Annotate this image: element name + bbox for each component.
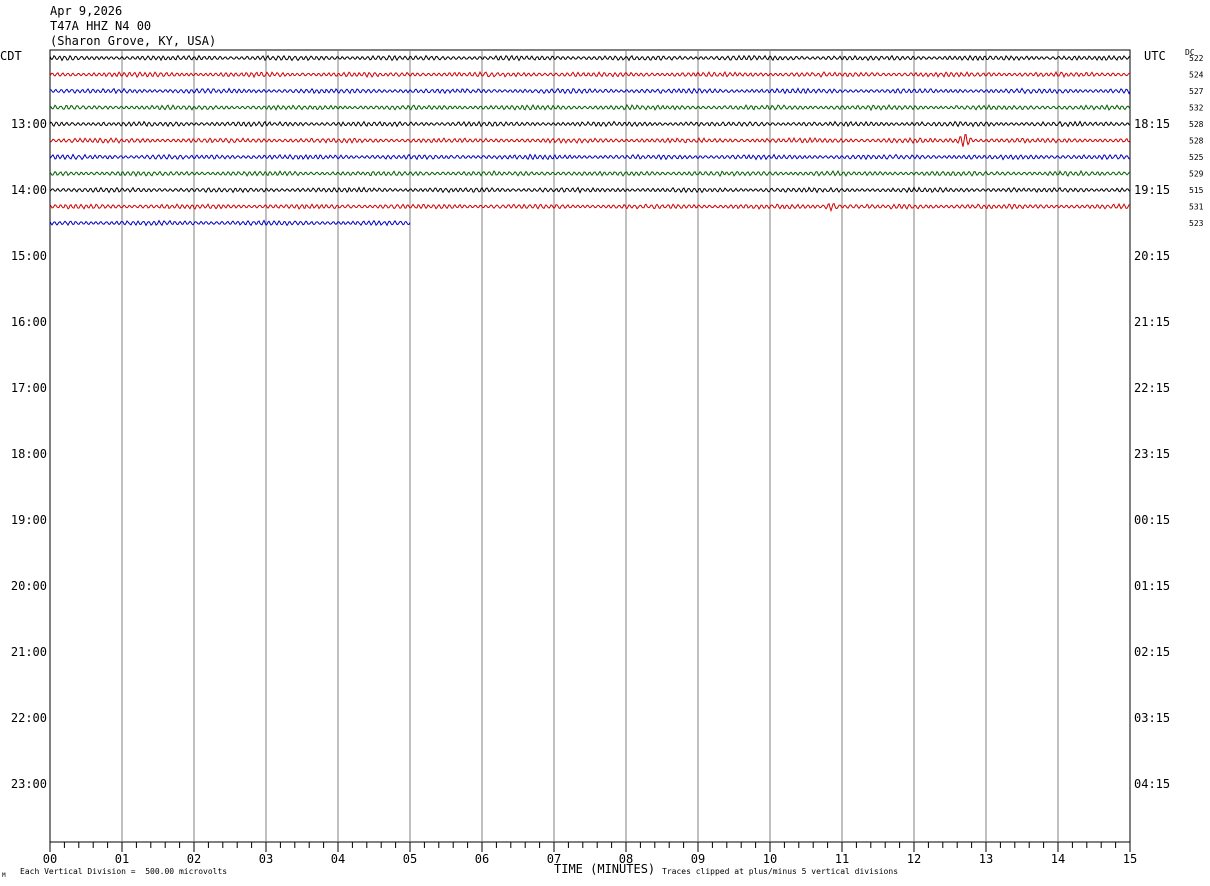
axis-labels: 00 01 02 03 04 05 06 07 08 09 10 11 12 13 14 1513:00 18:… (11, 54, 1204, 866)
dc-value: 532 (1189, 104, 1204, 113)
x-tick-label: 01 (115, 852, 129, 866)
hour-label-utc: 18:15 (1134, 117, 1170, 131)
hour-label-utc: 21:15 (1134, 315, 1170, 329)
dc-value: 522 (1189, 54, 1204, 63)
hour-label-local: 15:00 (11, 249, 47, 263)
x-tick-label: 02 (187, 852, 201, 866)
hour-label-local: 20:00 (11, 579, 47, 593)
x-tick-label: 11 (835, 852, 849, 866)
seismic-trace (49, 134, 1131, 147)
dc-value: 529 (1189, 170, 1204, 179)
x-tick-label: 10 (763, 852, 777, 866)
hour-label-local: 14:00 (11, 183, 47, 197)
dc-value: 528 (1189, 120, 1204, 129)
dc-value: 524 (1189, 71, 1204, 80)
hour-label-utc: 02:15 (1134, 645, 1170, 659)
dc-value: 527 (1189, 87, 1204, 96)
plot-frame (49, 49, 1131, 843)
hour-label-utc: 03:15 (1134, 711, 1170, 725)
dc-value: 515 (1189, 186, 1204, 195)
x-tick-label: 09 (691, 852, 705, 866)
x-tick-label: 00 (43, 852, 57, 866)
x-tick-label: 06 (475, 852, 489, 866)
vertical-division-note: Each Vertical Division = 500.00 microvol… (20, 867, 228, 876)
x-tick-label: 15 (1123, 852, 1137, 866)
hour-label-local: 23:00 (11, 777, 47, 791)
hour-label-utc: 22:15 (1134, 381, 1170, 395)
dc-value: 528 (1189, 137, 1204, 146)
hour-label-utc: 01:15 (1134, 579, 1170, 593)
seismic-trace (49, 70, 1131, 79)
seismic-trace (49, 169, 1131, 178)
minute-grid (49, 49, 1131, 852)
x-tick-label: 14 (1051, 852, 1065, 866)
hour-label-local: 13:00 (11, 117, 47, 131)
hour-label-local: 19:00 (11, 513, 47, 527)
hour-label-local: 16:00 (11, 315, 47, 329)
seismic-trace (49, 120, 1131, 128)
hour-label-utc: 04:15 (1134, 777, 1170, 791)
dc-value: 525 (1189, 153, 1204, 162)
seismic-trace (49, 186, 1131, 194)
seismic-trace (49, 219, 411, 227)
x-tick-label: 05 (403, 852, 417, 866)
seismic-traces (49, 54, 1131, 227)
x-axis-title: TIME (MINUTES) (554, 862, 656, 876)
dc-value: 531 (1189, 203, 1204, 212)
x-tick-label: 13 (979, 852, 993, 866)
seismic-trace (49, 87, 1131, 95)
hour-label-utc: 20:15 (1134, 249, 1170, 263)
hour-label-local: 18:00 (11, 447, 47, 461)
hour-label-utc: 19:15 (1134, 183, 1170, 197)
hour-label-local: 17:00 (11, 381, 47, 395)
corner-mark: M (2, 872, 6, 879)
x-tick-label: 03 (259, 852, 273, 866)
seismic-trace (49, 103, 1131, 112)
hour-label-local: 21:00 (11, 645, 47, 659)
hour-label-utc: 23:15 (1134, 447, 1170, 461)
dc-value: 523 (1189, 219, 1204, 228)
seismic-trace (49, 54, 1131, 62)
helicorder-plot: 00 01 02 03 04 05 06 07 08 09 10 11 12 13 14 1513:00 18:… (11, 49, 1204, 866)
x-tick-label: 04 (331, 852, 345, 866)
hour-label-local: 22:00 (11, 711, 47, 725)
seismic-trace (49, 153, 1131, 161)
clip-note: Traces clipped at plus/minus 5 vertical … (662, 867, 899, 876)
hour-label-utc: 00:15 (1134, 513, 1170, 527)
x-tick-label: 12 (907, 852, 921, 866)
seismic-trace (49, 202, 1131, 213)
